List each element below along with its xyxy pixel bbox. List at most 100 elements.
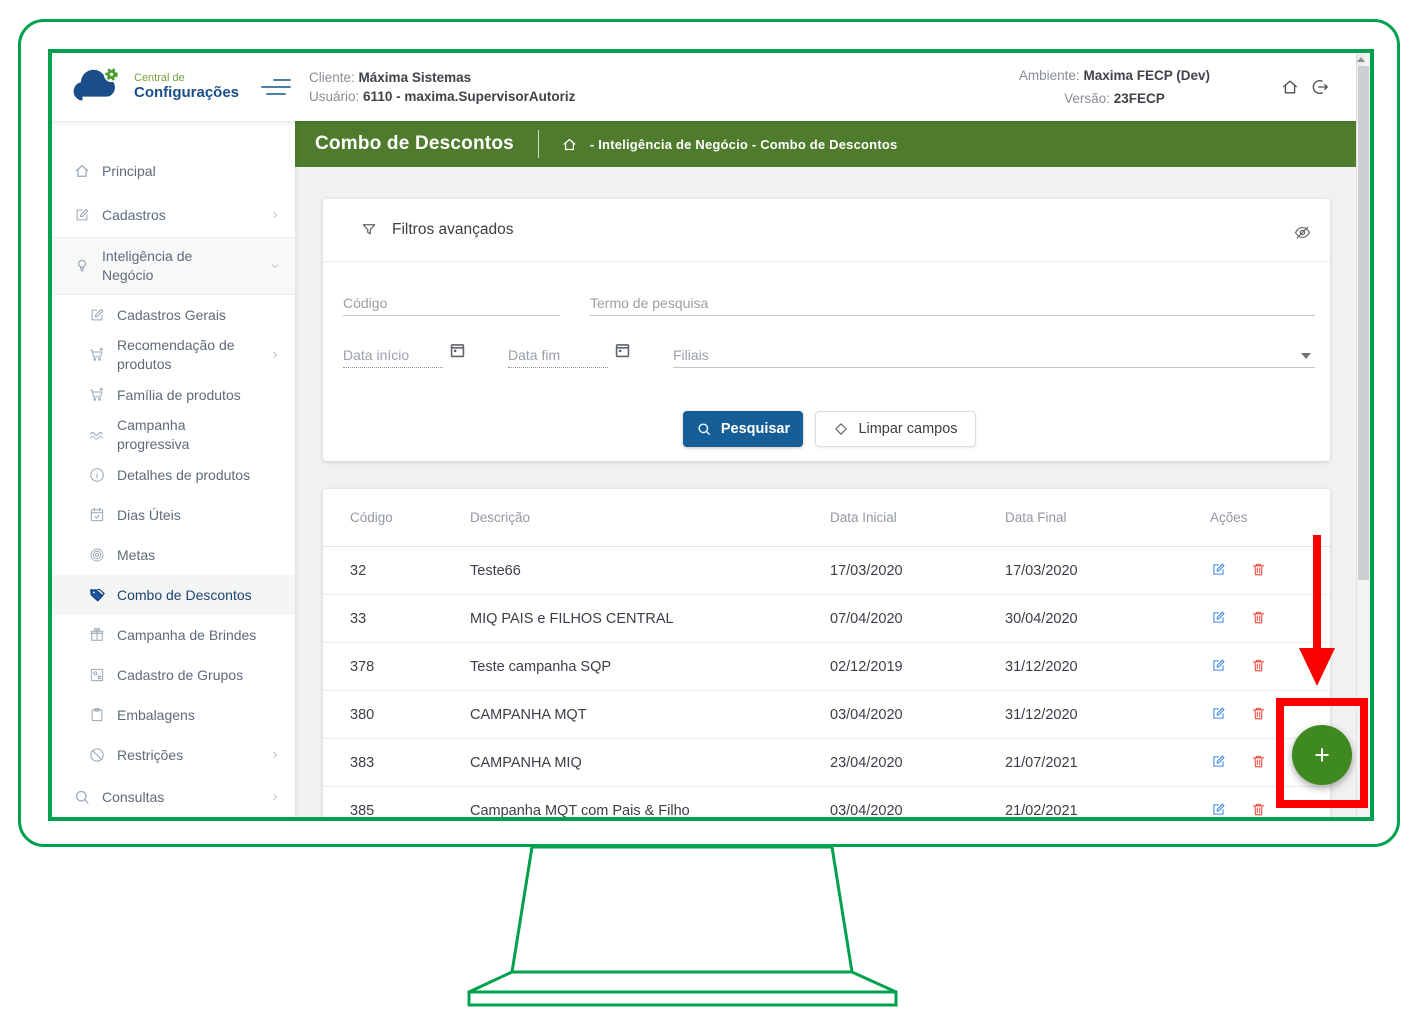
calendar-check-icon: [88, 506, 106, 524]
delete-row-button[interactable]: [1250, 657, 1267, 677]
annotation-red-arrow-stem: [1313, 535, 1321, 649]
sidebar-item-label: Detalhes de produtos: [117, 466, 250, 485]
annotation-red-highlight-box: [1276, 698, 1368, 808]
col-data-inicial: Data Inicial: [830, 510, 1005, 525]
data-inicio-calendar-icon[interactable]: [448, 341, 467, 365]
screenshot-canvas: Central de Configurações Cliente: Máxima…: [0, 0, 1426, 1023]
menu-hamburger-icon[interactable]: [261, 74, 291, 100]
main-content: Filtros avançados: [295, 167, 1356, 817]
table-header-row: Código Descrição Data Inicial Data Final…: [323, 489, 1330, 547]
edit-icon: [88, 306, 106, 324]
sidebar-item-metas[interactable]: Metas: [52, 535, 295, 575]
app-logo[interactable]: Central de Configurações: [52, 63, 295, 112]
sidebar-item-embalagens[interactable]: Embalagens: [52, 695, 295, 735]
page-title-bar: Combo de Descontos - Inteligência de Neg…: [295, 121, 1356, 167]
ban-icon: [88, 746, 106, 764]
home-icon: [73, 162, 91, 180]
delete-row-button[interactable]: [1250, 801, 1267, 818]
cell-codigo: 33: [350, 611, 470, 627]
cell-data-inicial: 23/04/2020: [830, 755, 1005, 771]
edit-row-button[interactable]: [1210, 705, 1227, 725]
edit-row-button[interactable]: [1210, 561, 1227, 581]
data-inicio-input[interactable]: [343, 343, 443, 368]
monitor-stand: [430, 845, 1010, 1020]
delete-row-button[interactable]: [1250, 609, 1267, 629]
sidebar-item-campanha-progressiva[interactable]: Campanha progressiva: [52, 415, 295, 455]
chevron-right-icon: [269, 349, 281, 361]
search-icon: [696, 421, 712, 437]
sidebar-item-detalhes-de-produtos[interactable]: Detalhes de produtos: [52, 455, 295, 495]
filters-title: Filtros avançados: [392, 221, 513, 239]
filiais-caret-down-icon[interactable]: [1301, 353, 1311, 359]
edit-row-button[interactable]: [1210, 657, 1227, 677]
sidebar-item-recomendacao-de-produtos[interactable]: Recomendação de produtos: [52, 335, 295, 375]
home-icon[interactable]: [1280, 77, 1300, 97]
sidebar-item-dias-uteis[interactable]: Dias Úteis: [52, 495, 295, 535]
edit-row-button[interactable]: [1210, 801, 1227, 818]
sidebar-item-label: Campanha de Brindes: [117, 626, 256, 645]
sidebar-item-label: Dias Úteis: [117, 506, 181, 525]
app-header: Central de Configurações Cliente: Máxima…: [52, 53, 1356, 121]
filiais-select[interactable]: [673, 343, 1315, 368]
edit-row-button[interactable]: [1210, 753, 1227, 773]
cell-descricao: Teste campanha SQP: [470, 659, 830, 675]
sidebar-item-familia-de-produtos[interactable]: Família de produtos: [52, 375, 295, 415]
sidebar-item-label: Inteligência de Negócio: [102, 247, 242, 285]
version-label: Versão:: [1064, 91, 1110, 106]
breadcrumb-home-icon[interactable]: [561, 136, 578, 153]
sidebar-item-inteligencia-de-negocio[interactable]: Inteligência de Negócio: [52, 237, 295, 295]
scrollbar-thumb[interactable]: [1358, 66, 1369, 580]
col-acoes: Ações: [1210, 510, 1330, 525]
edit-row-button[interactable]: [1210, 609, 1227, 629]
cell-data-inicial: 03/04/2020: [830, 707, 1005, 723]
edit-action-icon: [1210, 705, 1227, 725]
title-divider: [538, 130, 539, 158]
cell-codigo: 385: [350, 803, 470, 818]
table-row: 32Teste6617/03/202017/03/2020: [323, 547, 1330, 595]
delete-row-button[interactable]: [1250, 705, 1267, 725]
sidebar-item-label: Consultas: [102, 788, 164, 807]
delete-row-button[interactable]: [1250, 561, 1267, 581]
edit-action-icon: [1210, 561, 1227, 581]
limpar-campos-label: Limpar campos: [858, 421, 957, 437]
env-value: Maxima FECP (Dev): [1083, 68, 1210, 83]
cell-descricao: CAMPANHA MIQ: [470, 755, 830, 771]
data-fim-input[interactable]: [508, 343, 608, 368]
table-row: 385Campanha MQT com Pais & Filho03/04/20…: [323, 787, 1330, 817]
logout-icon[interactable]: [1310, 77, 1330, 97]
data-fim-calendar-icon[interactable]: [613, 341, 632, 365]
sidebar-item-cadastros[interactable]: Cadastros: [52, 193, 295, 237]
edit-action-icon: [1210, 609, 1227, 629]
sidebar-item-principal[interactable]: Principal: [52, 149, 295, 193]
limpar-campos-button[interactable]: Limpar campos: [815, 411, 976, 447]
cell-codigo: 383: [350, 755, 470, 771]
hide-filters-icon[interactable]: [1293, 223, 1312, 247]
table-row: 380CAMPANHA MQT03/04/202031/12/2020: [323, 691, 1330, 739]
tag-icon: [88, 586, 106, 604]
sidebar-item-cadastros-gerais[interactable]: Cadastros Gerais: [52, 295, 295, 335]
cell-descricao: MIQ PAIS e FILHOS CENTRAL: [470, 611, 830, 627]
edit-action-icon: [1210, 657, 1227, 677]
sidebar-item-label: Cadastro de Grupos: [117, 666, 243, 685]
codigo-input[interactable]: [343, 291, 560, 316]
cell-data-inicial: 02/12/2019: [830, 659, 1005, 675]
sidebar-item-campanha-de-brindes[interactable]: Campanha de Brindes: [52, 615, 295, 655]
delete-row-button[interactable]: [1250, 753, 1267, 773]
results-table: Código Descrição Data Inicial Data Final…: [323, 489, 1330, 817]
sidebar-item-cadastro-de-grupos[interactable]: Cadastro de Grupos: [52, 655, 295, 695]
pesquisar-button[interactable]: Pesquisar: [683, 411, 803, 447]
sidebar-item-restricoes[interactable]: Restrições: [52, 735, 295, 775]
sidebar-item-label: Cadastros: [102, 206, 166, 225]
sidebar-item-label: Família de produtos: [117, 386, 241, 405]
delete-action-icon: [1250, 801, 1267, 818]
scroll-up-arrow-icon[interactable]: [1357, 53, 1365, 66]
termo-pesquisa-input[interactable]: [590, 291, 1315, 316]
filters-divider: [323, 261, 1330, 262]
cell-descricao: Campanha MQT com Pais & Filho: [470, 803, 830, 818]
client-value: Máxima Sistemas: [359, 70, 472, 85]
edit-action-icon: [1210, 801, 1227, 818]
cell-data-final: 31/12/2020: [1005, 707, 1210, 723]
sidebar-item-combo-de-descontos[interactable]: Combo de Descontos: [52, 575, 295, 615]
sidebar-item-consultas[interactable]: Consultas: [52, 775, 295, 817]
cell-descricao: Teste66: [470, 563, 830, 579]
